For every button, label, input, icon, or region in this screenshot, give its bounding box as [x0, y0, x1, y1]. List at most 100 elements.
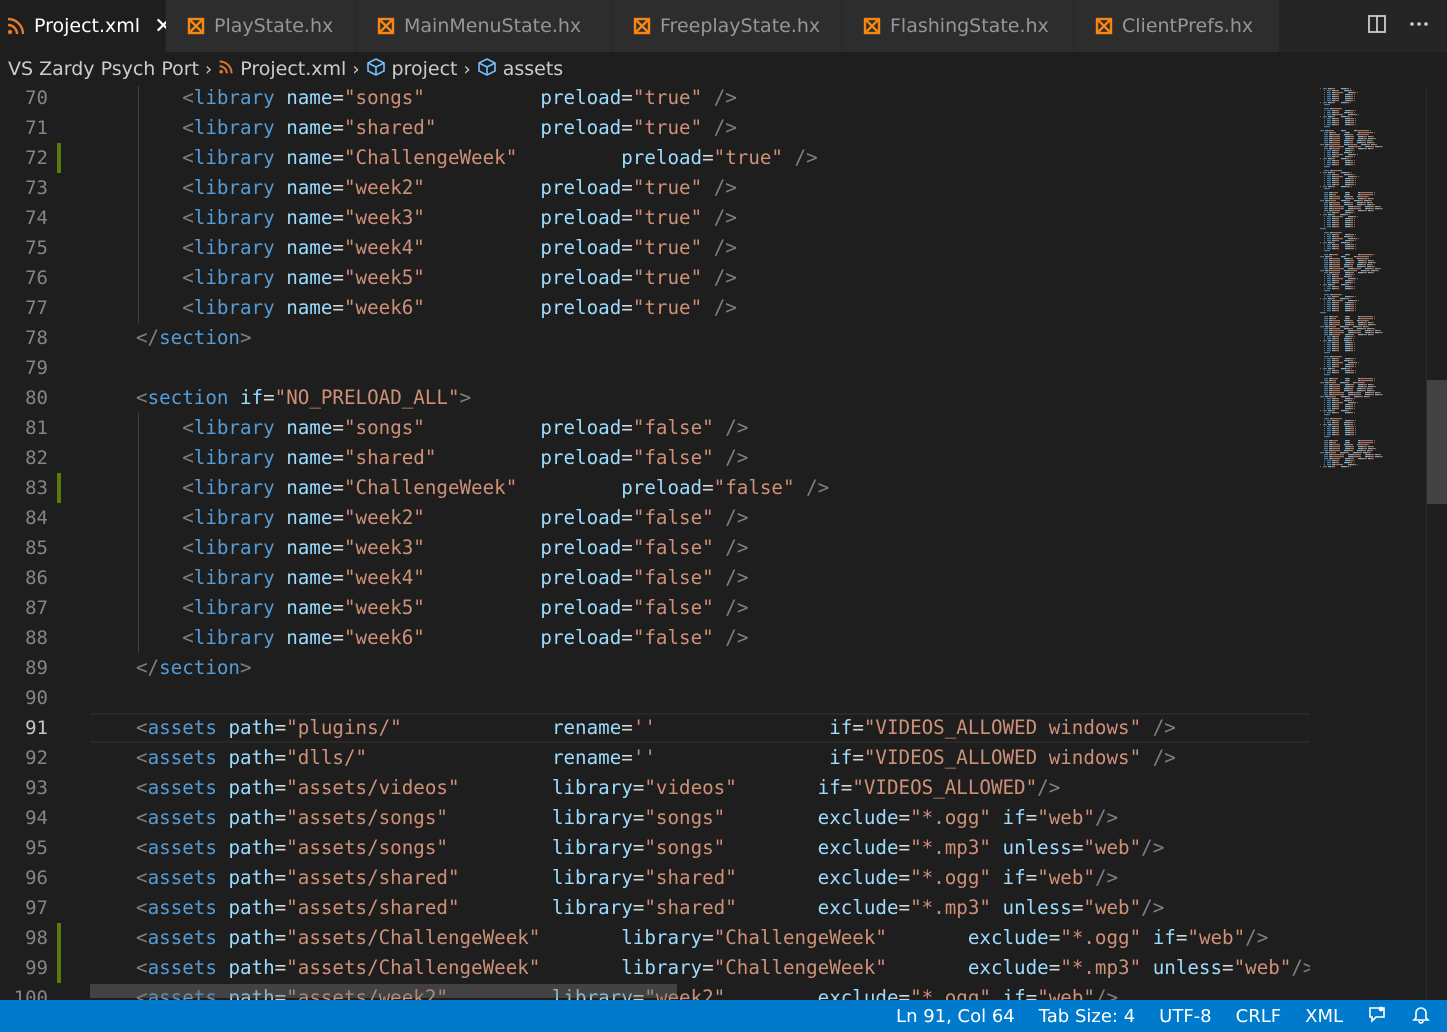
bell-icon[interactable] — [1411, 1004, 1431, 1029]
code-editor[interactable]: 70 71 72 73 74 75 76 77 78 79 80 81 82 83 84 85 86 87 88 89… — [0, 86, 1447, 1000]
tab-flashingstate[interactable]: FlashingState.hx — [842, 0, 1074, 52]
code-line[interactable]: <library name="shared" preload="false" /… — [136, 443, 748, 473]
minimap-line — [1335, 342, 1339, 344]
minimap-line — [1335, 402, 1343, 404]
code-line[interactable]: <library name="week4" preload="true" /> — [136, 233, 737, 263]
tab-clientprefs[interactable]: ClientPrefs.hx — [1074, 0, 1280, 52]
more-actions-icon[interactable] — [1409, 14, 1429, 38]
code-line[interactable]: <library name="week3" preload="false" /> — [136, 533, 748, 563]
line-ending[interactable]: CRLF — [1236, 1006, 1281, 1027]
minimap-line — [1353, 90, 1354, 92]
minimap-line — [1359, 318, 1360, 320]
code-line[interactable]: <assets path="assets/shared" library="sh… — [136, 863, 1118, 893]
git-change-marker[interactable] — [57, 473, 61, 503]
feedback-icon[interactable] — [1367, 1004, 1387, 1029]
scrollbar-thumb[interactable] — [1427, 380, 1447, 504]
minimap-line — [1335, 226, 1339, 228]
minimap-line — [1375, 268, 1376, 270]
minimap-line — [1358, 316, 1359, 318]
minimap-line — [1377, 454, 1380, 456]
vertical-scrollbar[interactable] — [1426, 86, 1447, 1000]
minimap-line — [1366, 396, 1369, 398]
tab-playstate[interactable]: PlayState.hx — [166, 0, 356, 52]
code-line[interactable]: <library name="ChallengeWeek" preload="f… — [136, 473, 829, 503]
code-area[interactable]: <library name="songs" preload="true" /> … — [90, 86, 1310, 1000]
code-line[interactable]: <library name="songs" preload="false" /> — [136, 413, 748, 443]
code-line[interactable]: <library name="songs" preload="true" /> — [136, 86, 737, 113]
breadcrumb-folder[interactable]: VS Zardy Psych Port — [8, 58, 199, 80]
minimap-line — [1335, 306, 1339, 308]
minimap-line — [1332, 132, 1336, 134]
tab-freeplaystate[interactable]: FreeplayState.hx — [612, 0, 842, 52]
code-line[interactable]: <library name="week6" preload="true" /> — [136, 293, 737, 323]
minimap-line — [1346, 396, 1350, 398]
horizontal-scrollbar-thumb[interactable] — [90, 984, 677, 998]
code-line[interactable]: <assets path="assets/shared" library="sh… — [136, 893, 1164, 923]
code-line[interactable]: <assets path="assets/songs" library="son… — [136, 803, 1118, 833]
git-change-marker[interactable] — [57, 953, 61, 983]
cursor-position[interactable]: Ln 91, Col 64 — [896, 1006, 1015, 1027]
status-bar: Ln 91, Col 64 Tab Size: 4 UTF-8 CRLF XML — [0, 1000, 1447, 1032]
minimap-line — [1374, 132, 1375, 134]
code-line[interactable]: </section> — [136, 653, 252, 683]
minimap-line — [1345, 164, 1349, 166]
code-line[interactable]: <library name="week6" preload="false" /> — [136, 623, 748, 653]
code-line[interactable]: <library name="week4" preload="false" /> — [136, 563, 748, 593]
minimap-line — [1325, 232, 1329, 234]
breadcrumb-assets[interactable]: assets — [503, 58, 563, 80]
minimap-line — [1352, 216, 1353, 218]
minimap-line — [1367, 266, 1370, 268]
encoding[interactable]: UTF-8 — [1159, 1006, 1211, 1027]
code-line[interactable]: <library name="week2" preload="true" /> — [136, 173, 737, 203]
minimap-line — [1344, 338, 1348, 340]
code-line[interactable]: <library name="week5" preload="true" /> — [136, 263, 737, 293]
git-change-marker[interactable] — [57, 923, 61, 953]
code-line[interactable]: <library name="week5" preload="false" /> — [136, 593, 748, 623]
code-line[interactable]: <library name="week2" preload="false" /> — [136, 503, 748, 533]
minimap-line — [1325, 388, 1328, 390]
code-line[interactable]: <library name="ChallengeWeek" preload="t… — [136, 143, 817, 173]
code-line[interactable]: <assets path="assets/songs" library="son… — [136, 833, 1164, 863]
minimap-line — [1350, 96, 1353, 98]
code-line[interactable]: </section> — [136, 323, 252, 353]
minimap-line — [1334, 434, 1335, 436]
tab-project-xml[interactable]: Project.xml ✕ — [0, 0, 173, 52]
git-change-marker[interactable] — [57, 143, 61, 173]
split-editor-icon[interactable] — [1367, 14, 1387, 38]
minimap-line — [1345, 198, 1349, 200]
code-line[interactable]: <assets path="dlls/" rename='' if="VIDEO… — [136, 743, 1176, 773]
minimap-line — [1324, 90, 1325, 92]
minimap-line — [1324, 420, 1325, 422]
code-line[interactable]: <assets path="assets/videos" library="vi… — [136, 773, 1060, 803]
tab-mainmenustate[interactable]: MainMenuState.hx — [356, 0, 612, 52]
breadcrumb-file[interactable]: Project.xml — [240, 58, 346, 80]
code-line[interactable]: <library name="shared" preload="true" /> — [136, 113, 737, 143]
code-token: /> — [725, 626, 749, 649]
minimap-line — [1324, 408, 1325, 410]
code-token: "*.ogg" — [910, 806, 991, 829]
minimap-line — [1331, 284, 1335, 286]
minimap[interactable] — [1312, 86, 1426, 1000]
code-token: "false" — [632, 626, 714, 649]
code-line[interactable]: <section if="NO_PRELOAD_ALL"> — [136, 383, 471, 413]
code-token: preload — [540, 596, 622, 619]
minimap-line — [1349, 144, 1357, 146]
minimap-line — [1327, 98, 1331, 100]
minimap-line — [1371, 204, 1374, 206]
code-line[interactable]: <assets path="assets/ChallengeWeek" libr… — [136, 923, 1268, 953]
code-token: "week4" — [343, 236, 425, 259]
minimap-line — [1335, 238, 1343, 240]
minimap-line — [1350, 198, 1354, 200]
code-line[interactable]: <assets path="plugins/" rename='' if="VI… — [136, 713, 1176, 743]
code-line[interactable]: <library name="week3" preload="true" /> — [136, 203, 737, 233]
minimap-line — [1349, 420, 1350, 422]
minimap-line — [1329, 192, 1331, 194]
breadcrumb-project[interactable]: project — [392, 58, 458, 80]
tab-size[interactable]: Tab Size: 4 — [1039, 1006, 1135, 1027]
minimap-line — [1325, 380, 1328, 382]
minimap-line — [1329, 148, 1331, 150]
language-mode[interactable]: XML — [1305, 1006, 1343, 1027]
horizontal-scrollbar[interactable] — [90, 984, 1310, 998]
code-line[interactable]: <assets path="assets/ChallengeWeek" libr… — [136, 953, 1310, 983]
